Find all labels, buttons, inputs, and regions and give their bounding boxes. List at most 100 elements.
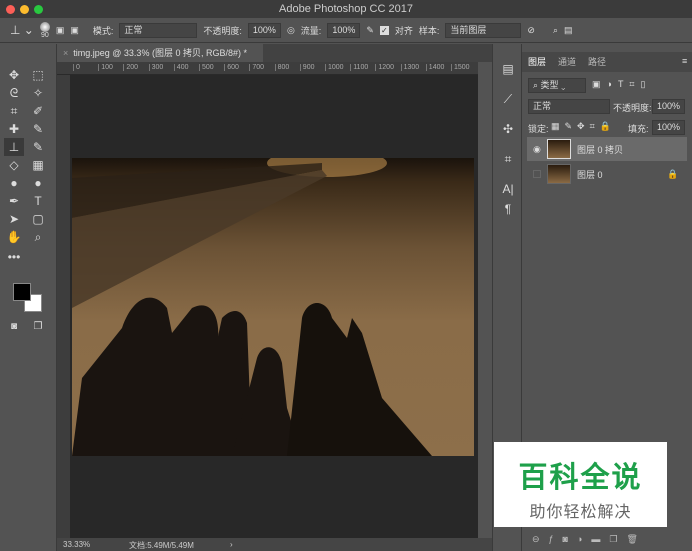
magic-wand-icon[interactable]: ✧ [28,84,48,102]
ruler-tick: 500 [199,64,214,71]
maximize-button[interactable] [34,5,43,14]
sample-label: 样本: [418,25,440,36]
foreground-color-swatch[interactable] [13,283,31,301]
move-tool-icon[interactable]: ✥ [4,66,24,84]
panel-menu-icon[interactable]: ≡ [682,56,687,66]
visibility-eye-icon[interactable]: ◉ [533,144,541,155]
document-tab[interactable]: × timg.jpeg @ 33.3% (图层 0 拷贝, RGB/8#) * [57,44,263,62]
ignore-adjustment-icon[interactable]: ⊘ [527,25,535,36]
ruler-tick: 1500 [451,64,470,71]
ruler-tick: 1000 [325,64,344,71]
ruler-tick: 100 [98,64,113,71]
shape-tool-icon[interactable]: ▢ [28,210,48,228]
history-panel-icon[interactable]: ▤ [498,60,518,78]
eyedropper-icon[interactable]: ✐ [28,102,48,120]
vertical-ruler [57,75,70,538]
brush-size: 90 [40,31,49,39]
marquee-tool-icon[interactable]: ⬚ [28,66,48,84]
filter-kind-select[interactable]: ⌕ 类型 ⌄ [528,78,586,93]
layer-name: 图层 0 拷贝 [577,144,624,155]
blend-mode-select[interactable]: 正常 [528,99,610,114]
eraser-icon[interactable]: ◇ [4,156,24,174]
photo-content [72,158,432,456]
crop-tool-icon[interactable]: ⌗ [4,102,24,120]
brush-panel-icon[interactable]: ▣ [56,25,65,36]
zoom-tool-icon[interactable]: ⌕ [28,228,48,246]
opacity-input[interactable]: 100% [247,22,281,38]
tab-layers[interactable]: 图层 [528,54,546,70]
layer-name: 图层 0 [577,169,603,180]
layer-thumbnail [547,164,571,184]
brush-tool-icon[interactable]: ✎ [28,120,48,138]
status-menu-arrow[interactable]: › [230,540,233,549]
hand-tool-icon[interactable]: ✋ [4,228,24,246]
sample-select[interactable]: 当前图层 [445,22,522,38]
align-label: 对齐 [394,25,413,36]
more-tools-icon[interactable]: ••• [4,248,24,266]
title-bar: Adobe Photoshop CC 2017 [0,0,692,18]
close-tab-icon[interactable]: × [63,48,68,58]
screen-mode-icon[interactable]: ❐ [28,318,48,336]
visibility-toggle[interactable] [533,170,541,178]
layer-row[interactable]: ◉ 图层 0 拷贝 [527,137,687,161]
clone-source-panel-icon[interactable]: ✣ [498,120,518,138]
path-select-icon[interactable]: ➤ [4,210,24,228]
type-tool-icon[interactable]: T [28,192,48,210]
pen-tool-icon[interactable]: ✒ [4,192,24,210]
lock-icons[interactable]: ▦✎✥⌗🔒 [551,121,616,132]
minimize-button[interactable] [20,5,29,14]
mode-value: 正常 [124,24,143,35]
layer-filter-icons[interactable]: ▣◑T⌗▯ [592,79,651,90]
search-icon[interactable]: ⌕ [553,25,558,36]
healing-brush-icon[interactable]: ✚ [4,120,24,138]
opacity-label: 不透明度: [203,25,242,36]
ruler-tick: 1100 [350,64,368,71]
tools-panel: ✥ ⬚ ᘓ ✧ ⌗ ✐ ✚ ✎ ⊥ ✎ ◇ ▦ ● ● ✒ T ➤ ▢ ✋ ⌕ … [0,44,57,551]
clone-source-icon[interactable]: ▣ [70,25,79,36]
crop-panel-icon[interactable]: ⌗ [498,150,518,168]
align-checkbox[interactable]: ✓ [379,25,389,35]
clone-stamp-icon[interactable]: ⊥ [4,138,24,156]
status-bar: 33.33% 文档:5.49M/5.49M › [57,538,492,551]
workspace-icon[interactable]: ▤ [564,25,573,36]
pressure-opacity-icon[interactable]: ◎ [287,25,295,36]
layer-opacity-label: 不透明度: [613,103,652,113]
tab-channels[interactable]: 通道 [558,54,576,70]
ruler-tick: 300 [148,64,163,71]
brush-preset-picker[interactable]: 90 [39,21,50,39]
watermark-title: 百科全说 [518,462,643,494]
layer-row[interactable]: 图层 0 🔒 [527,162,687,186]
document-tab-label: timg.jpeg @ 33.3% (图层 0 拷贝, RGB/8#) * [73,48,247,58]
character-panel-icon[interactable]: A| [498,180,518,198]
airbrush-icon[interactable]: ✎ [366,25,374,36]
history-brush-icon[interactable]: ✎ [28,138,48,156]
quick-mask-icon[interactable]: ◙ [4,318,24,336]
ruler-tick: 800 [274,64,289,71]
ruler-tick: 0 [73,64,80,71]
window-title: Adobe Photoshop CC 2017 [279,3,413,15]
mode-select[interactable]: 正常 [119,22,198,38]
document-image[interactable] [72,158,474,456]
flow-input[interactable]: 100% [327,22,361,38]
layer-actions-bar[interactable]: ⊖ƒ◙◑▬❐🗑 [522,534,692,551]
blur-icon[interactable]: ● [4,174,24,192]
zoom-level[interactable]: 33.33% [63,540,90,549]
gradient-icon[interactable]: ▦ [28,156,48,174]
horizontal-ruler: 0 100 200 300 400 500 600 700 800 900 1000 1100 1200… [57,62,478,75]
mode-label: 模式: [92,25,114,36]
close-button[interactable] [6,5,15,14]
fill-input[interactable]: 100% [652,120,686,135]
watermark: 百科全说 助你轻松解决 [494,442,667,527]
clone-stamp-tool-preset-icon[interactable]: ⊥ ⌄ [10,23,34,37]
lasso-tool-icon[interactable]: ᘓ [4,84,24,102]
paragraph-panel-icon[interactable]: ¶ [498,200,518,218]
blend-mode-value: 正常 [533,101,552,111]
dodge-icon[interactable]: ● [28,174,48,192]
tab-paths[interactable]: 路径 [588,54,606,70]
brush-settings-icon[interactable]: ⟋ [498,90,518,108]
fill-label: 填充: [628,124,649,134]
ruler-tick: 200 [123,64,138,71]
layer-opacity-input[interactable]: 100% [652,99,686,114]
watermark-subtitle: 助你轻松解决 [529,504,632,521]
lock-icon: 🔒 [667,168,679,179]
